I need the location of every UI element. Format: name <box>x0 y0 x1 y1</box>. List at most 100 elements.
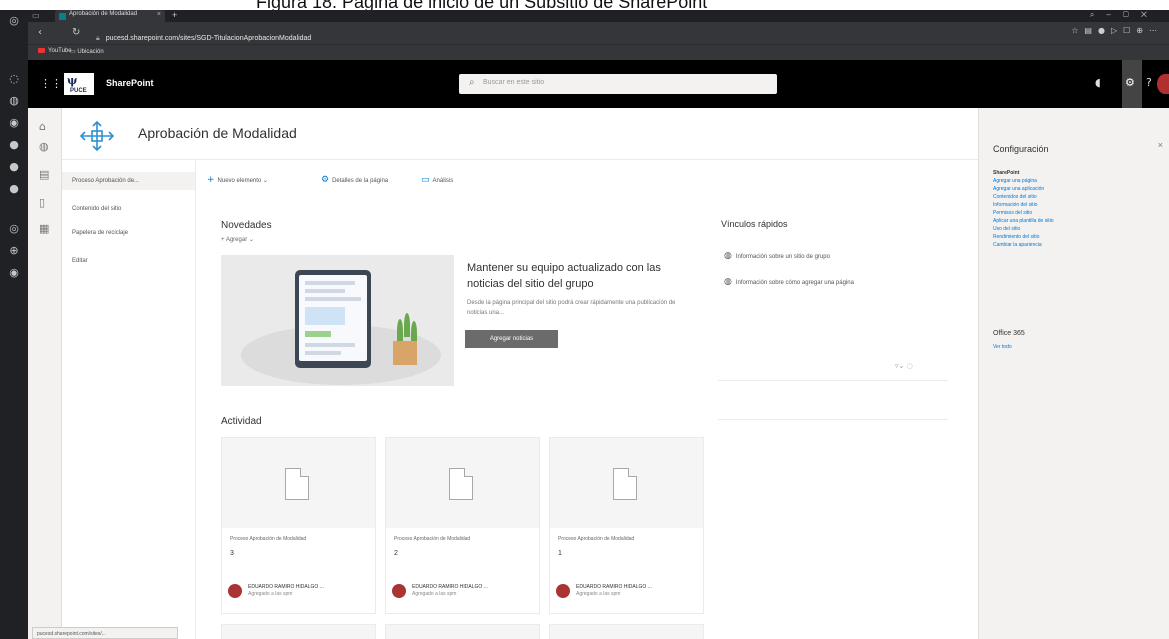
page-details-button[interactable]: ⚙ Detalles de la página <box>321 175 388 185</box>
bookmark-youtube[interactable]: YouTube <box>38 48 72 54</box>
youtube-icon <box>38 48 45 53</box>
settings-title: Configuración <box>993 144 1049 154</box>
settings-section-heading: SharePoint <box>993 170 1020 176</box>
avatar <box>392 584 406 598</box>
home-icon[interactable]: ⌂ <box>39 120 46 133</box>
gear-icon: ⚙ <box>1125 76 1135 89</box>
settings-link-template[interactable]: Aplicar una plantilla de sitio <box>993 218 1054 224</box>
profile-icon[interactable]: ◎ <box>7 14 21 28</box>
site-header: Aprobación de Modalidad <box>62 108 978 160</box>
activity-card[interactable]: Proceso Aprobación de Modalidad 1 EDUARD… <box>549 437 704 614</box>
teams-icon[interactable]: ◖ <box>1095 76 1101 89</box>
new-item-button[interactable]: + Nuevo elemento ⌄ <box>207 175 268 185</box>
bookmark-ubicacion[interactable]: ▭ Ubicación <box>70 48 104 55</box>
office-view-all-link[interactable]: Ver todo <box>993 344 1012 350</box>
outlook-icon[interactable]: ● <box>7 160 21 174</box>
nav-edit-link[interactable]: Editar <box>72 258 88 264</box>
chevron-down-icon: ⌄ <box>262 178 268 184</box>
refresh-icon[interactable]: ↻ <box>72 27 80 38</box>
news-add-button[interactable]: + Agregar ⌄ <box>221 236 254 243</box>
tools-icon[interactable]: ◍ <box>7 94 21 108</box>
search-icon: ⌕ <box>469 77 475 88</box>
quick-link-item[interactable]: ◍ Información sobre un sitio de grupo <box>724 251 830 261</box>
activity-card[interactable]: Proceso Aprobación de Modalidad 3 EDUARD… <box>221 437 376 614</box>
settings-link-add-page[interactable]: Agregar una página <box>993 178 1037 184</box>
card-number: 2 <box>394 550 398 557</box>
browser-titlebar: ▭ Aprobación de Modalidad × + ⌕–▢✕ <box>28 10 1169 22</box>
card-subtitle: Agregado a las spm <box>248 591 293 597</box>
app-bar: ⌂ ◍ ▤ ▯ ▦ <box>28 108 62 639</box>
screenshot-root: Figura 18. Página de inicio de un Subsit… <box>0 0 1169 639</box>
nav-item-papelera[interactable]: Papelera de reciclaje <box>72 230 128 236</box>
quick-link-item[interactable]: ◍ Información sobre cómo agregar una pági… <box>724 277 854 287</box>
address-bar[interactable]: 🔒︎ pucesd.sharepoint.com/sites/SGD-Titula… <box>96 27 976 42</box>
suite-bar: ⋮⋮⋮ ψ PUCE SharePoint ⌕ Buscar en este si… <box>28 60 1169 108</box>
settings-link-site-contents[interactable]: Contenidos del sitio <box>993 194 1037 200</box>
site-navigation: Proceso Aprobación de... Contenido del s… <box>62 160 196 639</box>
divider <box>718 419 948 420</box>
analytics-button[interactable]: ▭ Análisis <box>421 175 453 185</box>
window-controls[interactable]: ⌕–▢✕ <box>1090 10 1159 20</box>
quick-links-tools[interactable]: ▿⌄ ◌ <box>895 362 913 370</box>
help-icon[interactable]: ? <box>1146 76 1152 89</box>
add-icon[interactable]: ⊕ <box>7 244 21 258</box>
settings-link-performance[interactable]: Rendimiento del sitio <box>993 234 1039 240</box>
office-icon[interactable]: ● <box>7 138 21 152</box>
tablet-graphic <box>295 270 371 368</box>
quick-link-label: Información sobre un sitio de grupo <box>735 254 830 260</box>
card-number: 1 <box>558 550 562 557</box>
tab-actions-icon[interactable]: ▭ <box>32 11 40 20</box>
tab-close-icon[interactable]: × <box>157 11 161 18</box>
settings-link-site-info[interactable]: Información del sitio <box>993 202 1037 208</box>
app-name[interactable]: SharePoint <box>106 78 154 88</box>
analytics-label: Análisis <box>432 178 454 184</box>
status-url-tooltip: pucesd.sharepoint.com/sites/... <box>32 627 178 639</box>
new-tab-button[interactable]: + <box>172 10 177 20</box>
discover-icon[interactable]: ● <box>7 182 21 196</box>
news-title: Novedades <box>221 220 272 231</box>
globe-icon[interactable]: ◍ <box>39 140 49 153</box>
new-item-label: Nuevo elemento <box>217 178 262 184</box>
settings-link-permissions[interactable]: Permisos del sitio <box>993 210 1032 216</box>
add-news-button[interactable]: Agregar noticias <box>465 330 558 348</box>
screen-card <box>305 307 345 325</box>
activity-card[interactable] <box>221 624 376 639</box>
plant-leaf <box>404 313 410 337</box>
news-add-label: Agregar <box>225 237 248 243</box>
activity-card[interactable]: Proceso Aprobación de Modalidad 2 EDUARD… <box>385 437 540 614</box>
extensions-row[interactable]: ☆▤●▷☐⊕⋯ <box>1071 26 1163 35</box>
card-subtitle: Agregado a las spm <box>412 591 457 597</box>
browser-tab[interactable]: Aprobación de Modalidad × <box>55 10 165 22</box>
bookmarks-bar: YouTube ▭ Ubicación <box>28 44 1169 60</box>
nav-item-proceso[interactable]: Proceso Aprobación de... <box>62 172 195 190</box>
screen-line <box>305 343 355 347</box>
news-empty-text: Mantener su equipo actualizado con las n… <box>467 260 697 318</box>
close-icon[interactable]: × <box>1158 140 1163 150</box>
nav-item-contenido[interactable]: Contenido del sitio <box>72 206 121 212</box>
site-title[interactable]: Aprobación de Modalidad <box>138 125 297 141</box>
list-icon[interactable]: ▦ <box>39 222 49 235</box>
games-icon[interactable]: ◉ <box>7 116 21 130</box>
card-name: Proceso Aprobación de Modalidad <box>230 536 307 542</box>
shopping-icon[interactable]: ◌ <box>7 72 21 86</box>
settings-link-usage[interactable]: Uso del sitio <box>993 226 1020 232</box>
tab-title: Aprobación de Modalidad <box>69 11 138 17</box>
search-placeholder: Buscar en este sitio <box>483 79 545 86</box>
logo-text: PUCE <box>70 88 87 94</box>
settings-button[interactable]: ⚙ <box>1122 60 1142 108</box>
site-search-box[interactable]: ⌕ Buscar en este sitio <box>459 74 777 94</box>
back-icon[interactable]: ‹ <box>38 27 42 38</box>
settings-icon[interactable]: ◉ <box>7 266 21 280</box>
file-icon[interactable]: ▯ <box>39 196 45 209</box>
settings-link-appearance[interactable]: Cambiar la apariencia <box>993 242 1042 248</box>
org-logo[interactable]: ψ PUCE <box>64 73 94 95</box>
site-logo-icon <box>79 120 115 152</box>
activity-card[interactable] <box>549 624 704 639</box>
activity-card[interactable] <box>385 624 540 639</box>
figure-caption: Figura 18. Página de inicio de un Subsit… <box>0 0 1169 10</box>
avatar[interactable] <box>1157 74 1169 94</box>
settings-link-add-app[interactable]: Agregar una aplicación <box>993 186 1044 192</box>
news-icon[interactable]: ▤ <box>39 168 49 181</box>
screen-progress <box>305 331 331 337</box>
more-icon[interactable]: ◎ <box>7 222 21 236</box>
